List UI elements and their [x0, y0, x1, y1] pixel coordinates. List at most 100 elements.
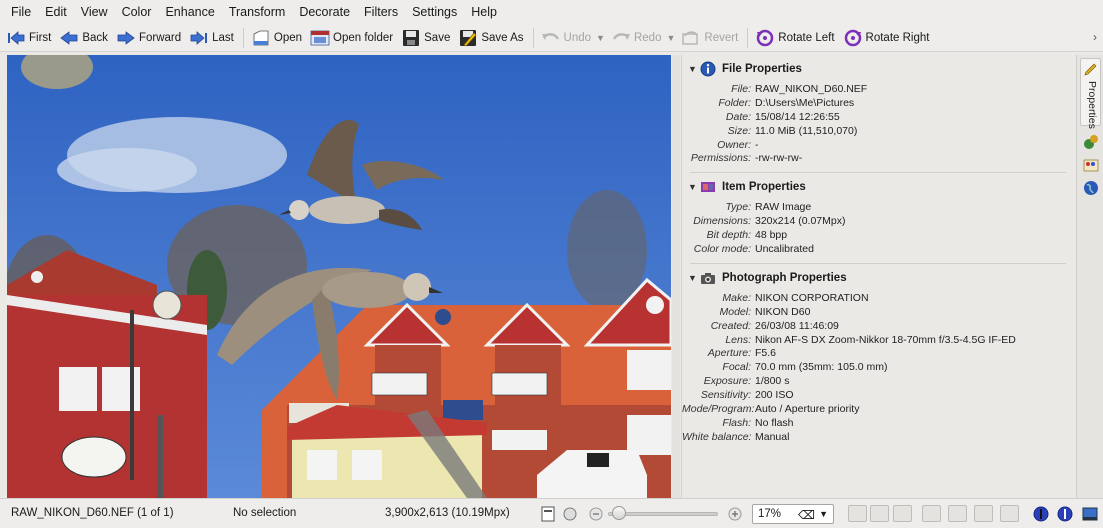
property-row: Bit depth: 48 bpp	[682, 229, 1074, 243]
view-mode-button-3[interactable]	[893, 505, 912, 522]
properties-panel: ▼ File Properties File: RAW_NIKON_D60.NEF…	[681, 55, 1074, 498]
zoom-combobox[interactable]: 17% ⌫ ▼	[752, 504, 834, 524]
status-filename: RAW_NIKON_D60.NEF (1 of 1)	[11, 507, 174, 519]
file-properties-header[interactable]: ▼ File Properties	[682, 60, 1074, 78]
toolbar-separator	[747, 27, 749, 48]
status-bar: RAW_NIKON_D60.NEF (1 of 1) No selection …	[0, 498, 1103, 528]
menu-bar: File Edit View Color Enhance Transform D…	[0, 0, 1103, 24]
view-mode-button-7[interactable]	[1000, 505, 1019, 522]
view-mode-button-1[interactable]	[848, 505, 867, 522]
tab-metadata[interactable]	[1082, 135, 1099, 152]
view-mode-button-4[interactable]	[922, 505, 941, 522]
property-row: Size: 11.0 MiB (11,510,070)	[682, 125, 1074, 139]
menu-decorate[interactable]: Decorate	[292, 0, 357, 24]
item-properties-section: ▼ Item Properties Type: RAW Image Dimensio…	[682, 173, 1074, 264]
collapse-chevron-icon: ▼	[688, 182, 697, 193]
property-row: Color mode: Uncalibrated	[682, 243, 1074, 257]
property-value: 26/03/08 11:46:09	[755, 319, 839, 332]
property-value: 320x214 (0.07Mpx)	[755, 215, 846, 228]
menu-help[interactable]: Help	[464, 0, 504, 24]
view-mode-button-5[interactable]	[948, 505, 967, 522]
info-toggle-icon[interactable]	[1033, 506, 1049, 522]
property-value: Nikon AF-S DX Zoom-Nikkor 18-70mm f/3.5-…	[755, 333, 1016, 346]
item-properties-header[interactable]: ▼ Item Properties	[682, 178, 1074, 196]
photograph-properties-header[interactable]: ▼ Photograph Properties	[682, 269, 1074, 287]
property-key: Flash:	[722, 416, 751, 429]
rotate-right-button[interactable]: Rotate Right	[840, 25, 935, 51]
property-key: Type:	[725, 201, 751, 214]
back-button[interactable]: Back	[56, 25, 113, 51]
tab-colors[interactable]	[1082, 158, 1099, 175]
tab-location[interactable]	[1082, 181, 1099, 198]
tab-properties-label: Properties	[1086, 81, 1098, 129]
property-key: Color mode:	[693, 243, 751, 256]
tab-properties[interactable]: Properties	[1080, 58, 1101, 129]
back-arrow-icon	[59, 28, 79, 48]
property-key: Lens:	[725, 333, 751, 346]
property-row: Lens: Nikon AF-S DX Zoom-Nikkor 18-70mm f…	[682, 334, 1074, 348]
redo-dropdown-chevron-icon[interactable]: ▼	[666, 33, 675, 43]
section-title: Photograph Properties	[722, 271, 847, 284]
zoom-out-icon[interactable]	[588, 506, 604, 522]
menu-edit[interactable]: Edit	[38, 0, 74, 24]
toolbar-overflow-chevron-icon[interactable]: ›	[1093, 30, 1097, 44]
panel-splitter[interactable]	[672, 55, 680, 498]
clear-input-icon[interactable]: ⌫	[798, 508, 815, 522]
photo-harbor-seagulls	[7, 55, 671, 498]
info-icon	[700, 61, 716, 77]
last-button[interactable]: Last	[186, 25, 239, 51]
property-value: 1/800 s	[755, 375, 790, 388]
menu-transform[interactable]: Transform	[222, 0, 293, 24]
property-row: Make: NIKON CORPORATION	[682, 292, 1074, 306]
property-value: 15/08/14 12:26:55	[755, 110, 840, 123]
property-key: Mode/Program:	[682, 403, 755, 416]
redo-icon	[611, 28, 631, 48]
forward-arrow-icon	[116, 28, 136, 48]
rotate-right-icon	[843, 28, 863, 48]
menu-file[interactable]: File	[4, 0, 38, 24]
main-toolbar: First Back Forward Last Open Open folder…	[0, 24, 1103, 52]
undo-button[interactable]: Undo	[538, 25, 597, 51]
zoom-in-icon[interactable]	[727, 506, 743, 522]
view-mode-button-2[interactable]	[870, 505, 889, 522]
menu-view[interactable]: View	[74, 0, 115, 24]
property-row: Owner: -	[682, 139, 1074, 153]
property-row: Model: NIKON D60	[682, 306, 1074, 320]
property-row: Type: RAW Image	[682, 201, 1074, 215]
redo-button[interactable]: Redo	[608, 25, 667, 51]
open-folder-button[interactable]: Open folder	[307, 25, 398, 51]
save-button[interactable]: Save	[398, 25, 455, 51]
zoom-actual-icon[interactable]	[562, 506, 578, 522]
rotate-left-button[interactable]: Rotate Left	[752, 25, 839, 51]
menu-enhance[interactable]: Enhance	[158, 0, 221, 24]
menu-color[interactable]: Color	[115, 0, 159, 24]
last-arrow-icon	[189, 28, 209, 48]
sidebar-toggle-icon[interactable]	[1082, 506, 1098, 522]
first-button[interactable]: First	[3, 25, 56, 51]
collapse-chevron-icon: ▼	[688, 64, 697, 74]
histogram-toggle-icon[interactable]	[1057, 506, 1073, 522]
save-as-button[interactable]: Save As	[455, 25, 528, 51]
property-key: Model:	[719, 305, 751, 318]
property-value: Uncalibrated	[755, 243, 814, 256]
file-properties-rows: File: RAW_NIKON_D60.NEF Folder: D:\Users\Me…	[682, 78, 1074, 166]
property-key: Date:	[725, 110, 751, 123]
property-row: Date: 15/08/14 12:26:55	[682, 111, 1074, 125]
chevron-down-icon[interactable]: ▼	[819, 509, 828, 519]
fit-page-icon[interactable]	[540, 506, 556, 522]
property-row: Exposure: 1/800 s	[682, 375, 1074, 389]
menu-settings[interactable]: Settings	[405, 0, 464, 24]
zoom-slider-handle[interactable]	[612, 506, 626, 520]
property-value: -	[755, 138, 759, 151]
undo-dropdown-chevron-icon[interactable]: ▼	[596, 33, 605, 43]
view-mode-button-6[interactable]	[974, 505, 993, 522]
menu-filters[interactable]: Filters	[357, 0, 405, 24]
property-value: 200 ISO	[755, 389, 794, 402]
open-button[interactable]: Open	[248, 25, 307, 51]
revert-button[interactable]: Revert	[678, 25, 743, 51]
forward-button[interactable]: Forward	[113, 25, 186, 51]
property-row: Aperture: F5.6	[682, 347, 1074, 361]
image-canvas[interactable]	[7, 55, 671, 498]
status-dimensions: 3,900x2,613 (10.19Mpx)	[385, 507, 510, 519]
folder-icon	[310, 28, 330, 48]
